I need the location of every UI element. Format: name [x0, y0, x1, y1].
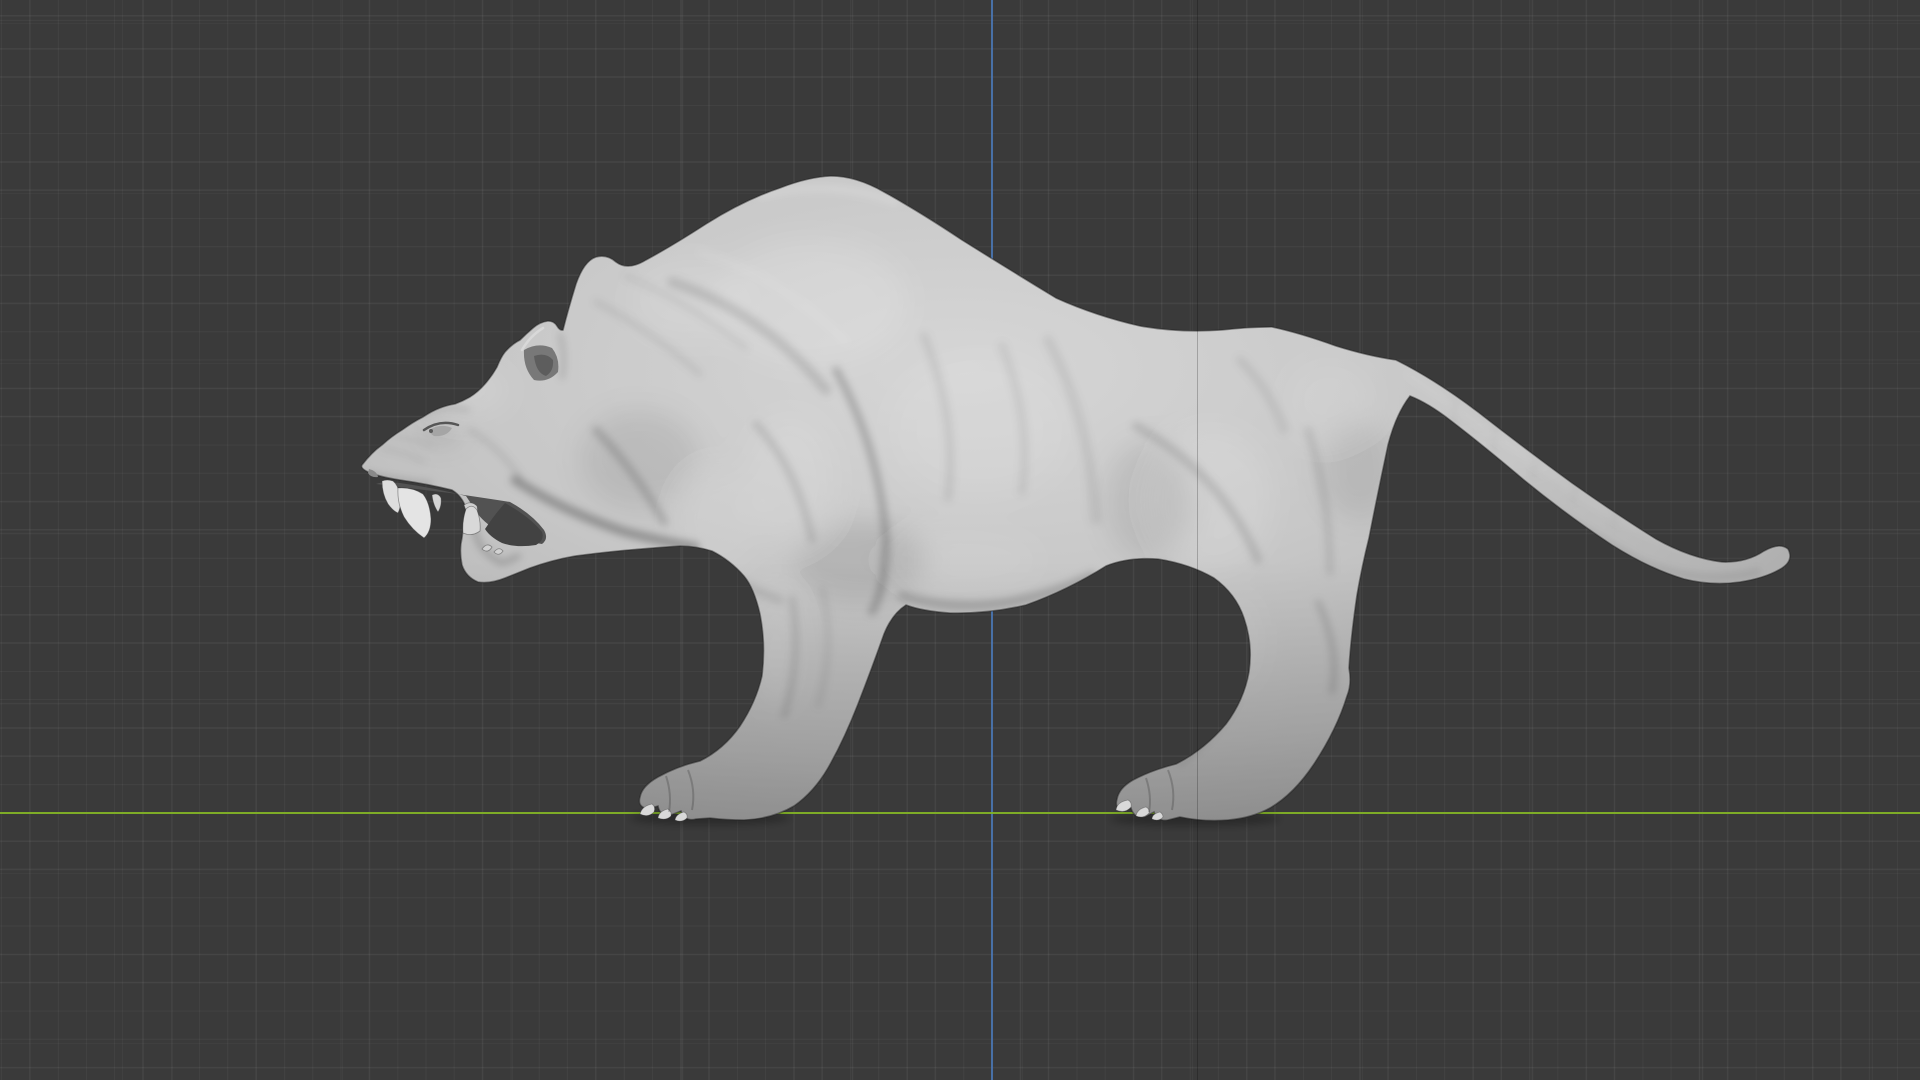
3d-viewport[interactable] — [0, 0, 1920, 1080]
viewport-seam-line — [1197, 0, 1198, 1080]
sculpt-model[interactable] — [0, 0, 1920, 1080]
